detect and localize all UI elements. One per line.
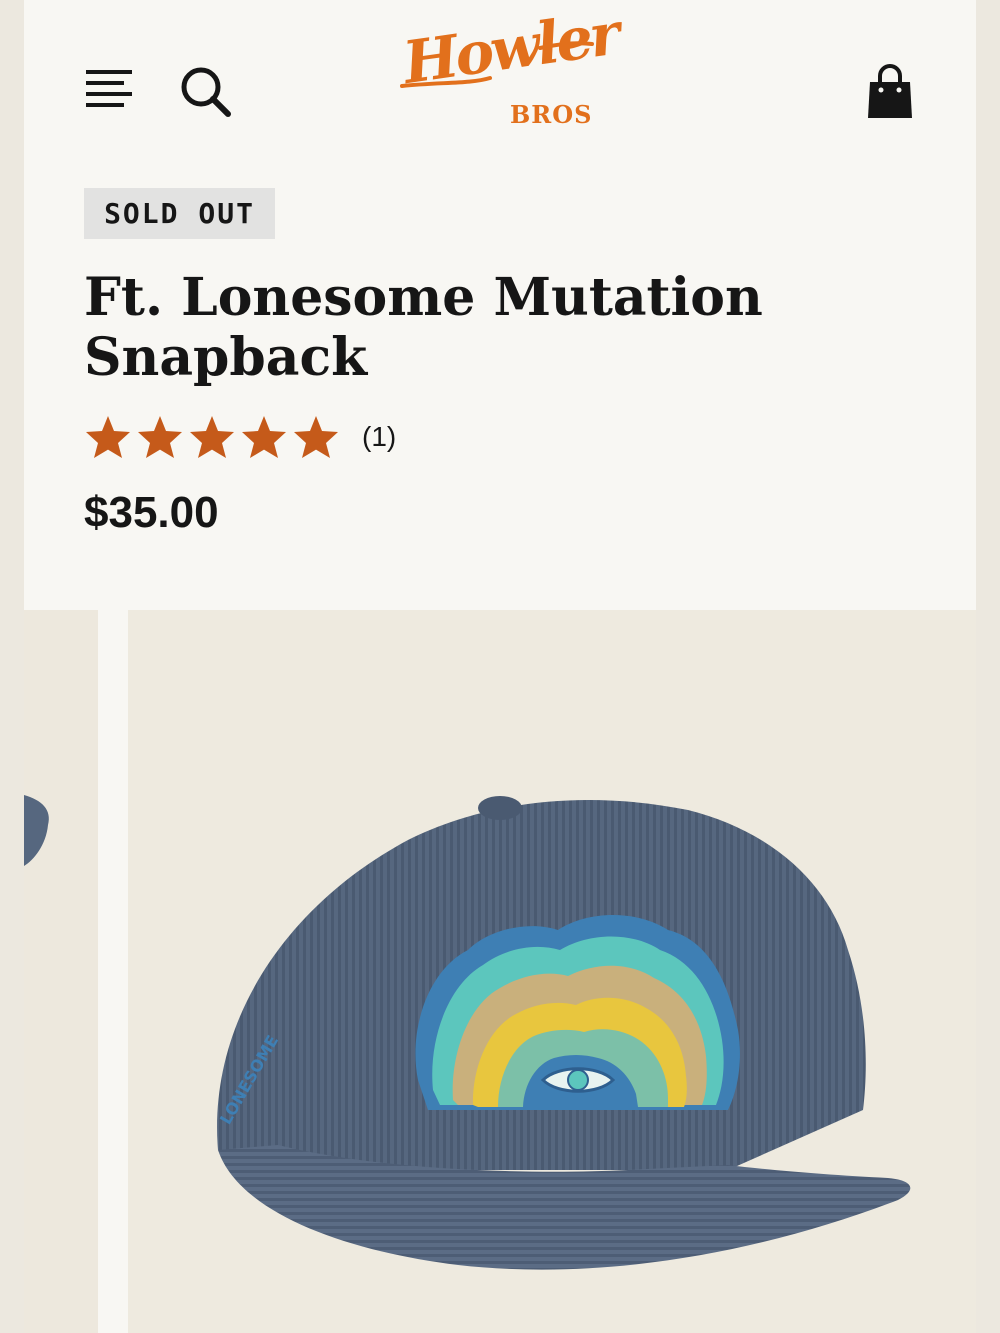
search-button[interactable]: [178, 64, 234, 120]
menu-button[interactable]: [84, 68, 134, 114]
product-gallery[interactable]: LONESOME: [0, 610, 1000, 1333]
gallery-divider: [98, 610, 128, 1333]
star-icon: [242, 416, 286, 458]
star-icon: [138, 416, 182, 458]
star-icon: [294, 416, 338, 458]
product-price: $35.00: [84, 488, 219, 537]
howler-bros-logo[interactable]: Howler BROS: [399, 0, 621, 134]
rating-stars: [84, 414, 340, 460]
previous-image-slide[interactable]: [24, 610, 98, 1333]
previous-hat-image: [24, 795, 49, 866]
main-product-image[interactable]: LONESOME: [128, 610, 976, 1333]
star-icon: [86, 416, 130, 458]
snapback-hat-image: LONESOME: [216, 796, 911, 1270]
sold-out-badge: SOLD OUT: [84, 188, 275, 239]
product-page: Howler BROS SOLD OUT Ft. Lonesome Mutati…: [0, 0, 1000, 1333]
star-icon: [190, 416, 234, 458]
search-icon: [181, 67, 231, 117]
hamburger-menu-icon: [86, 70, 132, 107]
product-rating[interactable]: (1): [84, 410, 396, 464]
cart-button[interactable]: [866, 64, 914, 120]
product-title: Ft. Lonesome Mutation Snapback: [84, 267, 763, 388]
shopping-bag-icon: [868, 64, 912, 118]
logo-sub-text: BROS: [510, 100, 593, 129]
review-count[interactable]: (1): [362, 421, 396, 453]
